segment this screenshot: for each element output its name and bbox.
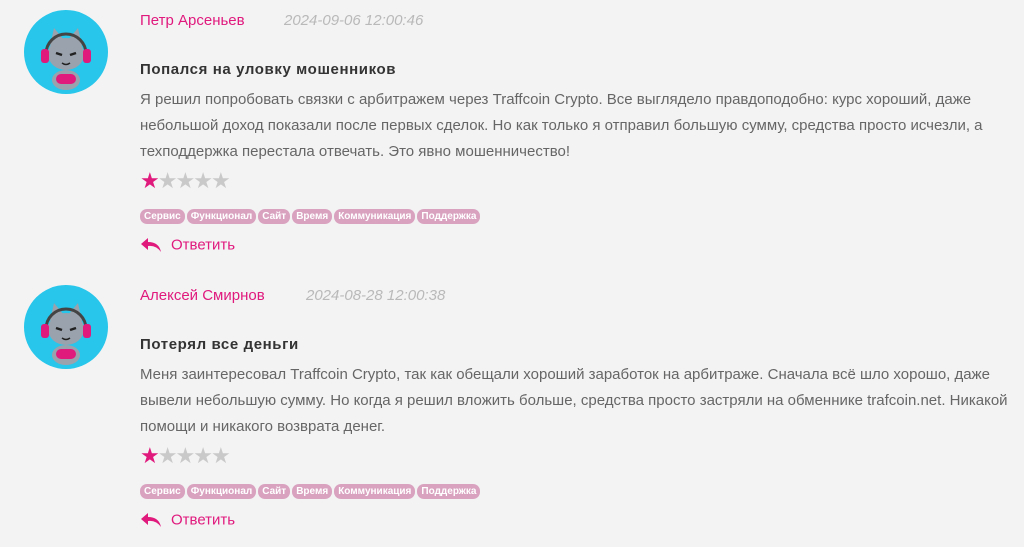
- review-author: Петр Арсеньев: [140, 12, 245, 29]
- tag-support: Поддержка: [417, 209, 481, 224]
- tag-service: Сервис: [140, 209, 185, 224]
- review-author: Алексей Смирнов: [140, 287, 265, 304]
- reply-button[interactable]: Ответить: [140, 511, 235, 533]
- avatar: [24, 10, 108, 94]
- reply-arrow-icon: [141, 513, 161, 528]
- tag-site: Сайт: [258, 484, 291, 499]
- tag-service: Сервис: [140, 484, 185, 499]
- tag-functionality: Функционал: [186, 209, 257, 224]
- tag-time: Время: [292, 484, 333, 499]
- tag-list: Сервис Функционал Сайт Время Коммуникация Под…: [140, 206, 482, 224]
- review-title: Потерял все деньги: [140, 336, 299, 353]
- tag-site: Сайт: [258, 209, 291, 224]
- avatar: [24, 285, 108, 369]
- review-date: 2024-08-28 12:00:38: [306, 287, 446, 304]
- tag-functionality: Функционал: [186, 484, 257, 499]
- star-icon: ★: [210, 168, 231, 193]
- reply-arrow-icon: [141, 238, 161, 253]
- tag-list: Сервис Функционал Сайт Время Коммуникация Под…: [140, 481, 482, 499]
- gamer-cat-avatar-icon: [41, 303, 91, 365]
- star-icon: ★: [210, 443, 231, 468]
- review-date: 2024-09-06 12:00:46: [284, 12, 424, 29]
- rating-stars: ★★★★★: [140, 168, 231, 194]
- tag-support: Поддержка: [417, 484, 481, 499]
- rating-stars: ★★★★★: [140, 443, 231, 469]
- reply-button[interactable]: Ответить: [140, 236, 235, 258]
- tag-communication: Коммуникация: [334, 484, 416, 499]
- reply-label: Ответить: [171, 511, 236, 529]
- reply-label: Ответить: [171, 236, 236, 254]
- review-text: Меня заинтересовал Traffcoin Crypto, так…: [140, 366, 1008, 435]
- tag-time: Время: [292, 209, 333, 224]
- gamer-cat-avatar-icon: [41, 28, 91, 90]
- review-text: Я решил попробовать связки с арбитражем …: [140, 91, 983, 160]
- review-title: Попался на уловку мошенников: [140, 61, 397, 78]
- tag-communication: Коммуникация: [334, 209, 416, 224]
